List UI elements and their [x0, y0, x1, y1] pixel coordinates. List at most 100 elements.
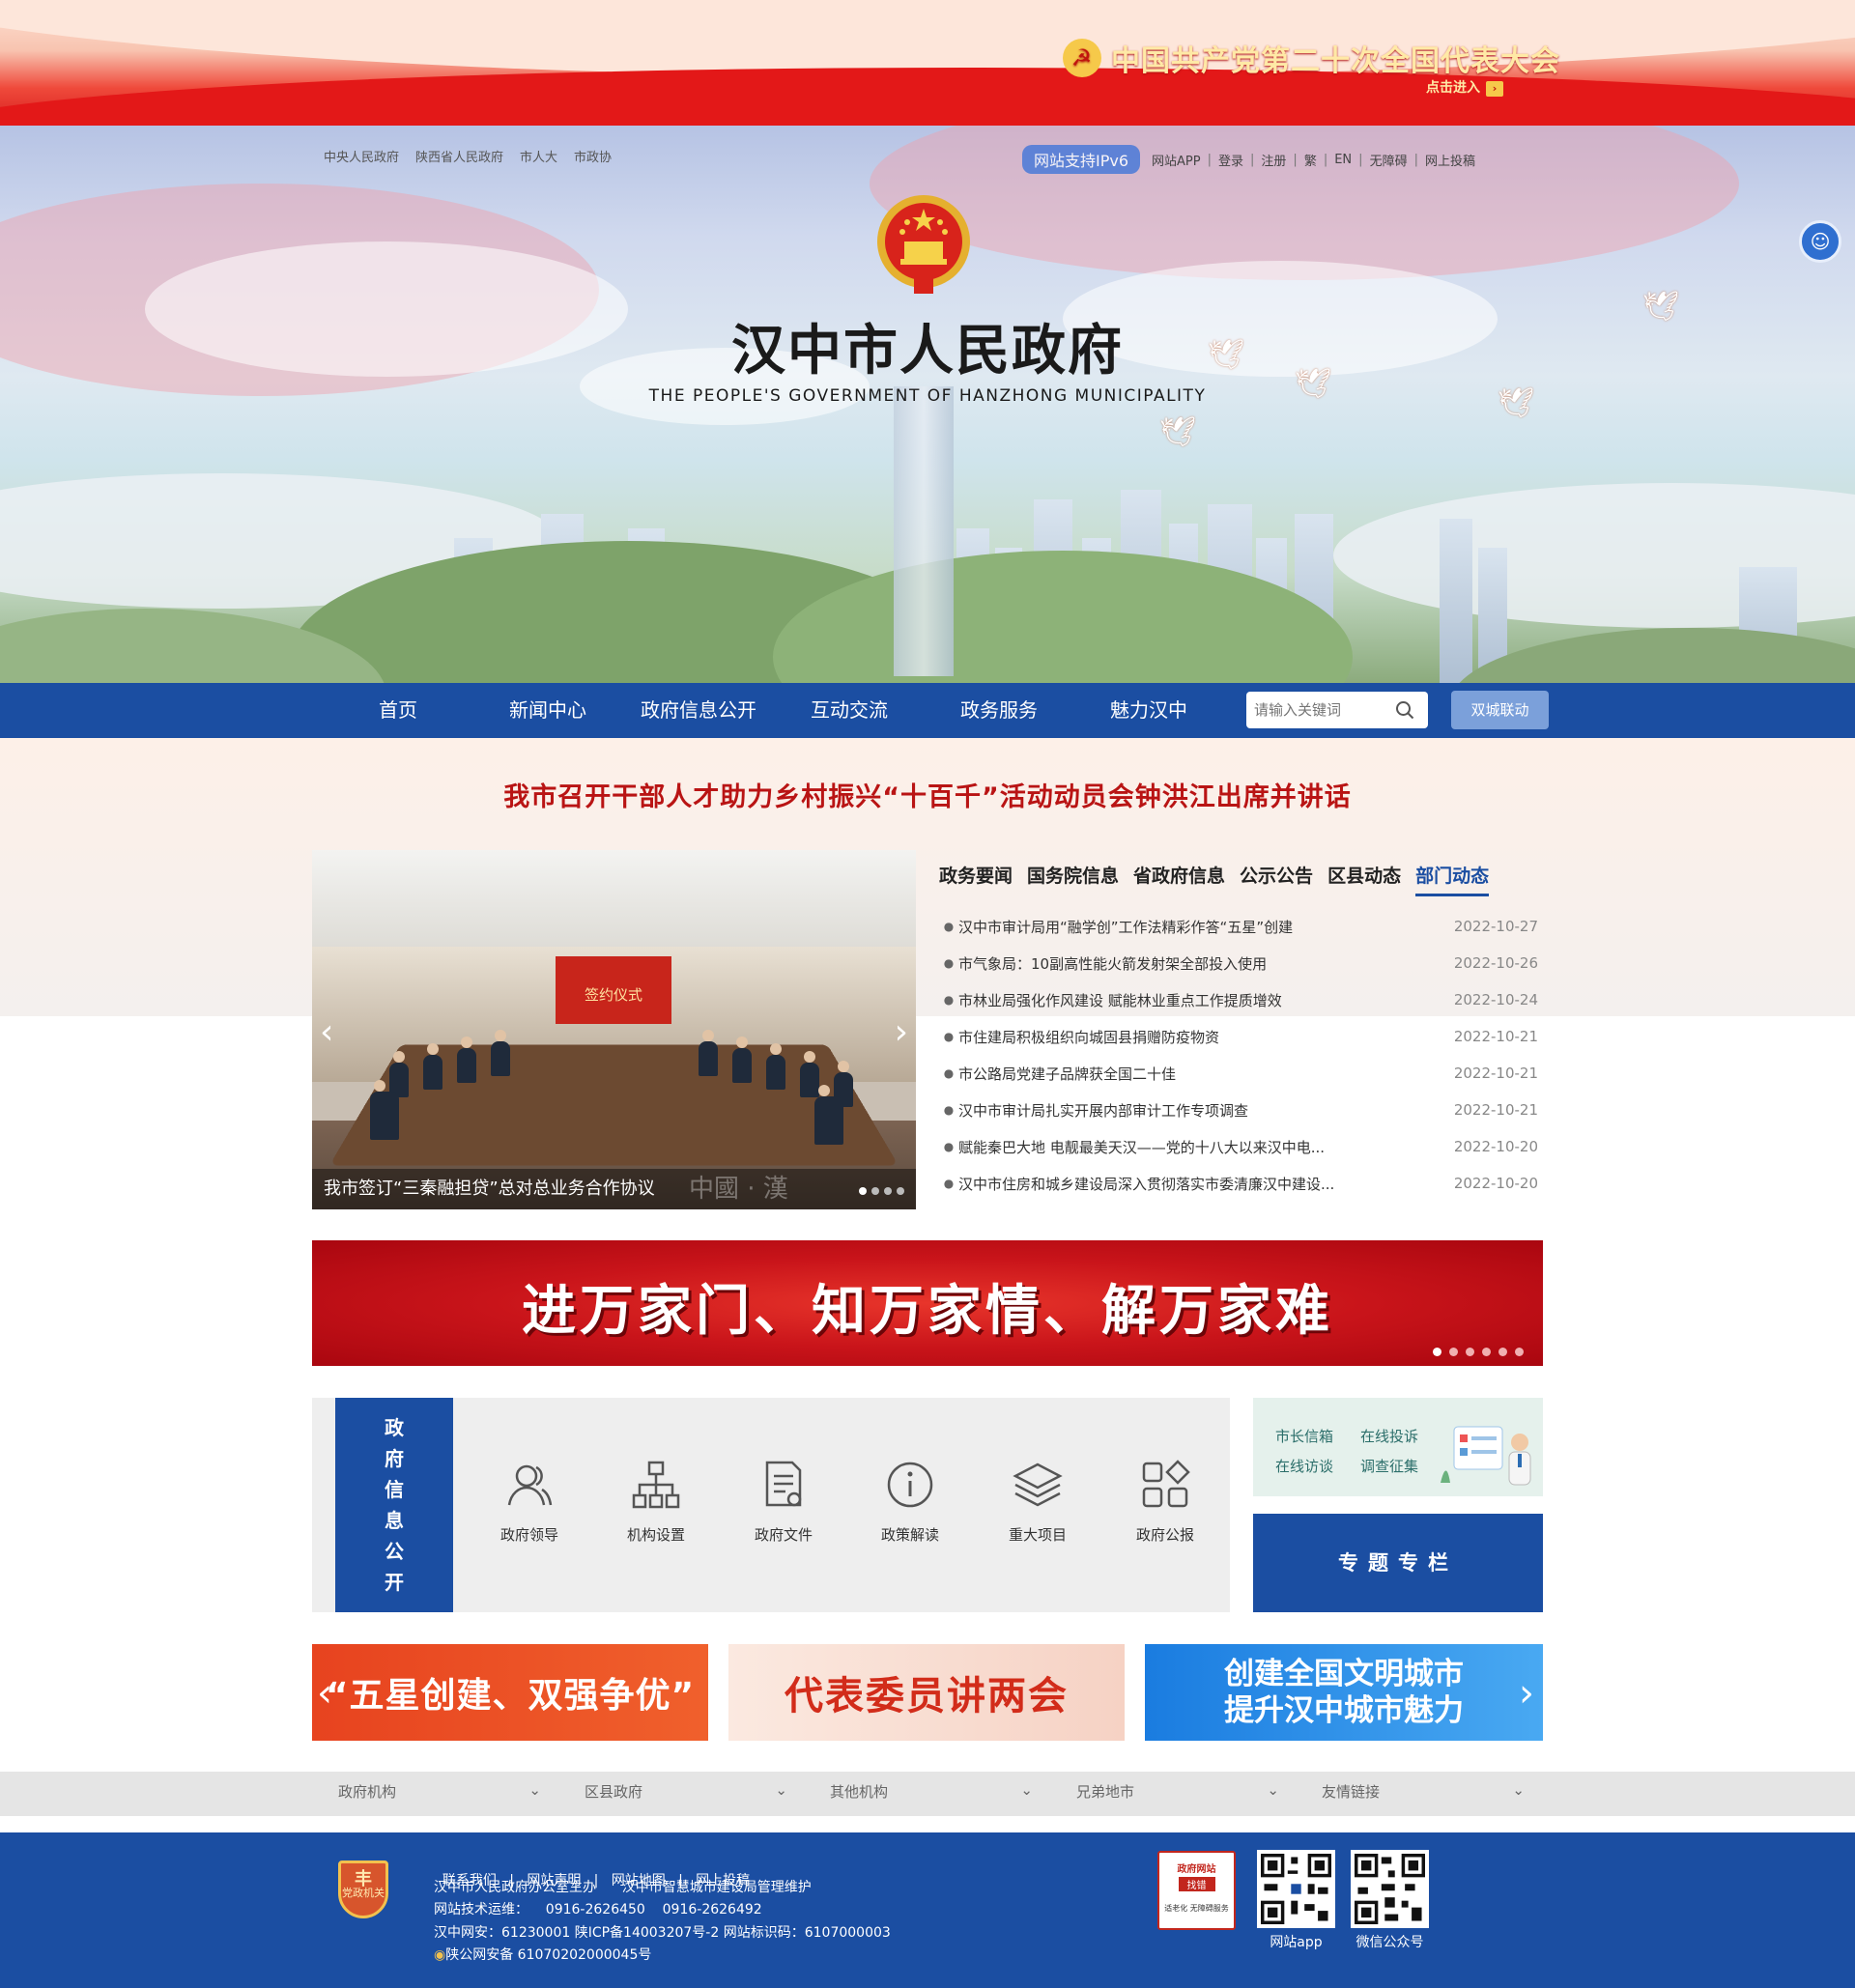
list-item[interactable]: ● 市气象局：10副高性能火箭发射架全部投入使用 2022-10-26	[939, 945, 1538, 981]
tab-county[interactable]: 区县动态	[1327, 862, 1401, 896]
nav-news[interactable]: 新闻中心	[472, 683, 623, 738]
list-item[interactable]: ● 汉中市审计局扎实开展内部审计工作专项调查 2022-10-21	[939, 1092, 1538, 1128]
nav-home[interactable]: 首页	[323, 683, 473, 738]
dual-city-button[interactable]: 双城联动	[1451, 691, 1549, 729]
carousel-next-icon[interactable]: ›	[895, 1012, 908, 1052]
nav-charm[interactable]: 魅力汉中	[1073, 683, 1224, 738]
party-org-badge[interactable]: 丰党政机关	[338, 1860, 388, 1918]
info-disclosure-label[interactable]: 政府信息公开	[335, 1398, 453, 1612]
link-mayor-mailbox[interactable]: 市长信箱	[1275, 1426, 1333, 1446]
external-gov-links: 中央人民政府 陕西省人民政府 市人大 市政协	[324, 147, 612, 165]
grid-icon	[1142, 1460, 1190, 1508]
news-list: ● 汉中市审计局用“融学创”工作法精彩作答“五星”创建 2022-10-27 ● 市气…	[939, 908, 1538, 1202]
campaign-banner[interactable]: 进万家门、知万家情、解万家难	[312, 1240, 1543, 1366]
list-item[interactable]: ● 汉中市审计局用“融学创”工作法精彩作答“五星”创建 2022-10-27	[939, 908, 1538, 945]
gov-documents-button[interactable]: 政府文件	[730, 1459, 837, 1545]
layers-icon	[1013, 1463, 1063, 1507]
policy-interpret-button[interactable]: 政策解读	[857, 1459, 963, 1545]
party-banner-enter-link[interactable]: 点击进入 ›	[1426, 77, 1503, 97]
promo3-line1: 创建全国文明城市	[1224, 1657, 1464, 1691]
major-projects-button[interactable]: 重大项目	[985, 1459, 1091, 1545]
list-item[interactable]: ● 市林业局强化作风建设 赋能林业重点工作提质增效 2022-10-24	[939, 981, 1538, 1018]
tab-state-council[interactable]: 国务院信息	[1027, 862, 1119, 896]
promo-prev-icon[interactable]: ‹	[317, 1671, 332, 1716]
chevron-down-icon: ⌄	[1267, 1781, 1279, 1799]
chevron-down-icon: ⌄	[1512, 1781, 1525, 1799]
carousel-caption: 我市签订“三秦融担贷”总对总业务合作协议 中國 · 漢	[312, 1169, 916, 1209]
link-city-cppcc[interactable]: 市政协	[574, 147, 612, 165]
nav-gov-info[interactable]: 政府信息公开	[623, 683, 774, 738]
tab-gov-news[interactable]: 政务要闻	[939, 862, 1013, 896]
link-register[interactable]: 注册	[1261, 151, 1286, 169]
promo-two-sessions[interactable]: 代表委员讲两会	[728, 1644, 1125, 1741]
nav-interaction[interactable]: 互动交流	[774, 683, 925, 738]
qr-app-caption: 网站app	[1270, 1935, 1323, 1950]
headline-link[interactable]: 我市召开干部人才助力乡村振兴“十百千”活动动员会钟洪江出席并讲话	[0, 776, 1855, 813]
footer	[0, 1832, 1855, 1988]
info-icon	[887, 1462, 933, 1508]
carousel-dots[interactable]	[859, 1187, 904, 1195]
chevron-down-icon: ⌄	[1020, 1781, 1033, 1799]
link-survey[interactable]: 调查征集	[1360, 1456, 1418, 1476]
link-online-complaint[interactable]: 在线投诉	[1360, 1426, 1418, 1446]
promo-civilized-city[interactable]: 创建全国文明城市 提升汉中城市魅力	[1145, 1644, 1543, 1741]
search-input[interactable]	[1254, 701, 1389, 719]
org-chart-icon	[632, 1461, 680, 1509]
carousel-slide-screen: 签约仪式	[556, 956, 671, 1024]
news-tabs: 政务要闻 国务院信息 省政府信息 公示公告 区县动态 部门动态	[939, 862, 1490, 896]
list-item[interactable]: ● 汉中市住房和城乡建设局深入贯彻落实市委清廉汉中建设... 2022-10-20	[939, 1165, 1538, 1202]
promo-five-star[interactable]: “五星创建、双强争优”	[312, 1644, 708, 1741]
org-structure-button[interactable]: 机构设置	[603, 1459, 709, 1545]
link-online-interview[interactable]: 在线访谈	[1275, 1456, 1333, 1476]
campaign-banner-text: 进万家门、知万家情、解万家难	[522, 1280, 1333, 1343]
banner-dots[interactable]	[1433, 1348, 1524, 1356]
footer-icp: 汉中网安：61230001 陕ICP备14003207号-2 网站标识码：610…	[434, 1925, 891, 1941]
link-english[interactable]: EN	[1334, 153, 1352, 167]
gov-website-error-badge[interactable]: 政府网站 找错 适老化 无障碍服务	[1157, 1851, 1236, 1930]
carousel-prev-icon[interactable]: ‹	[320, 1012, 333, 1052]
gov-leaders-button[interactable]: 政府领导	[476, 1459, 583, 1545]
select-sister-cities[interactable]: 兄弟地市 ⌄	[1076, 1781, 1279, 1802]
promo3-line2: 提升汉中城市魅力	[1224, 1693, 1464, 1728]
select-other-agencies[interactable]: 其他机构 ⌄	[830, 1781, 1033, 1802]
national-emblem-icon	[877, 195, 970, 294]
party-congress-banner[interactable]: ☭ 中国共产党第二十次全国代表大会 点击进入 ›	[0, 0, 1855, 126]
link-central-gov[interactable]: 中央人民政府	[324, 147, 399, 165]
users-icon	[507, 1464, 553, 1506]
list-item[interactable]: ● 市公路局党建子品牌获全国二十佳 2022-10-21	[939, 1055, 1538, 1092]
qr-code-wechat	[1351, 1850, 1429, 1928]
promo-next-icon[interactable]: ›	[1519, 1671, 1534, 1716]
list-item[interactable]: ● 赋能秦巴大地 电靓最美天汉——党的十八大以来汉中电... 2022-10-20	[939, 1128, 1538, 1165]
link-login[interactable]: 登录	[1218, 151, 1243, 169]
select-gov-agencies[interactable]: 政府机构 ⌄	[338, 1781, 541, 1802]
party-emblem-icon: ☭	[1063, 39, 1101, 77]
party-banner-title: ☭ 中国共产党第二十次全国代表大会	[1063, 37, 1560, 79]
chevron-down-icon: ⌄	[528, 1781, 541, 1799]
qr-wechat-caption: 微信公众号	[1356, 1935, 1424, 1950]
footer-police: ◉陕公网安备 61070202000045号	[434, 1947, 652, 1963]
link-submit[interactable]: 网上投稿	[1425, 151, 1475, 169]
tab-notices[interactable]: 公示公告	[1240, 862, 1313, 896]
tab-province[interactable]: 省政府信息	[1133, 862, 1225, 896]
site-subtitle: THE PEOPLE'S GOVERNMENT OF HANZHONG MUNI…	[648, 386, 1207, 406]
tab-departments[interactable]: 部门动态	[1415, 862, 1490, 896]
link-app[interactable]: 网站APP	[1152, 151, 1201, 169]
select-county-gov[interactable]: 区县政府 ⌄	[585, 1781, 787, 1802]
assistant-robot-icon[interactable]: ☺	[1799, 220, 1841, 263]
qr-code-app	[1257, 1850, 1335, 1928]
search-icon[interactable]	[1395, 700, 1414, 720]
special-column-button[interactable]: 专题专栏	[1253, 1514, 1543, 1612]
footer-support: 网站技术运维： 0916-2626450 0916-2626492	[434, 1902, 762, 1917]
link-shaanxi-gov[interactable]: 陕西省人民政府	[415, 147, 503, 165]
list-item[interactable]: ● 市住建局积极组织向城固县捐赠防疫物资 2022-10-21	[939, 1018, 1538, 1055]
link-city-npc[interactable]: 市人大	[520, 147, 557, 165]
news-carousel[interactable]: 签约仪式 ‹ › 我市签订“三秦融担贷”总对总业务合作协议 中國 · 漢	[312, 850, 916, 1209]
police-badge-icon: ◉	[434, 1947, 446, 1963]
nav-services[interactable]: 政务服务	[924, 683, 1074, 738]
footer-host: 汉中市人民政府办公室主办 汉中市智慧城市建设局管理维护	[434, 1880, 812, 1895]
link-accessibility[interactable]: 无障碍	[1370, 151, 1408, 169]
carousel-caption-text: 我市签订“三秦融担贷”总对总业务合作协议	[324, 1179, 655, 1199]
link-traditional[interactable]: 繁	[1304, 151, 1317, 169]
select-friend-links[interactable]: 友情链接 ⌄	[1322, 1781, 1525, 1802]
gov-gazette-button[interactable]: 政府公报	[1112, 1459, 1218, 1545]
